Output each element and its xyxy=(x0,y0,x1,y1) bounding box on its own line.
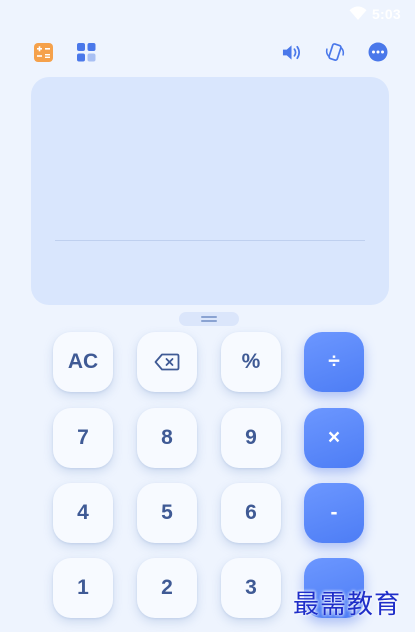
digit-3-button[interactable]: 3 xyxy=(221,558,281,618)
digit-5-button[interactable]: 5 xyxy=(137,483,197,543)
phone-rotate-icon[interactable] xyxy=(325,42,345,62)
backspace-button[interactable] xyxy=(137,332,197,392)
display-divider xyxy=(55,240,365,241)
calculator-mode-icon[interactable] xyxy=(33,42,53,62)
watermark-text: 最需教育 xyxy=(293,590,402,620)
status-bar: 5:03 xyxy=(0,0,415,28)
digit-1-button[interactable]: 1 xyxy=(53,558,113,618)
digit-6-button[interactable]: 6 xyxy=(221,483,281,543)
multiply-button[interactable]: × xyxy=(304,408,364,468)
percent-button[interactable]: % xyxy=(221,332,281,392)
digit-9-button[interactable]: 9 xyxy=(221,408,281,468)
wifi-icon xyxy=(349,6,367,20)
subtract-button[interactable]: - xyxy=(304,483,364,543)
keypad-drag-handle[interactable] xyxy=(179,312,239,326)
all-clear-button[interactable]: AC xyxy=(53,332,113,392)
digit-8-button[interactable]: 8 xyxy=(137,408,197,468)
digit-4-button[interactable]: 4 xyxy=(53,483,113,543)
digit-7-button[interactable]: 7 xyxy=(53,408,113,468)
grid-apps-icon[interactable] xyxy=(76,42,96,62)
divide-button[interactable]: ÷ xyxy=(304,332,364,392)
speaker-icon[interactable] xyxy=(282,42,302,62)
calculator-display xyxy=(31,77,389,305)
backspace-icon xyxy=(154,353,180,371)
more-icon[interactable] xyxy=(368,42,388,62)
digit-2-button[interactable]: 2 xyxy=(137,558,197,618)
status-time: 5:03 xyxy=(372,6,401,22)
